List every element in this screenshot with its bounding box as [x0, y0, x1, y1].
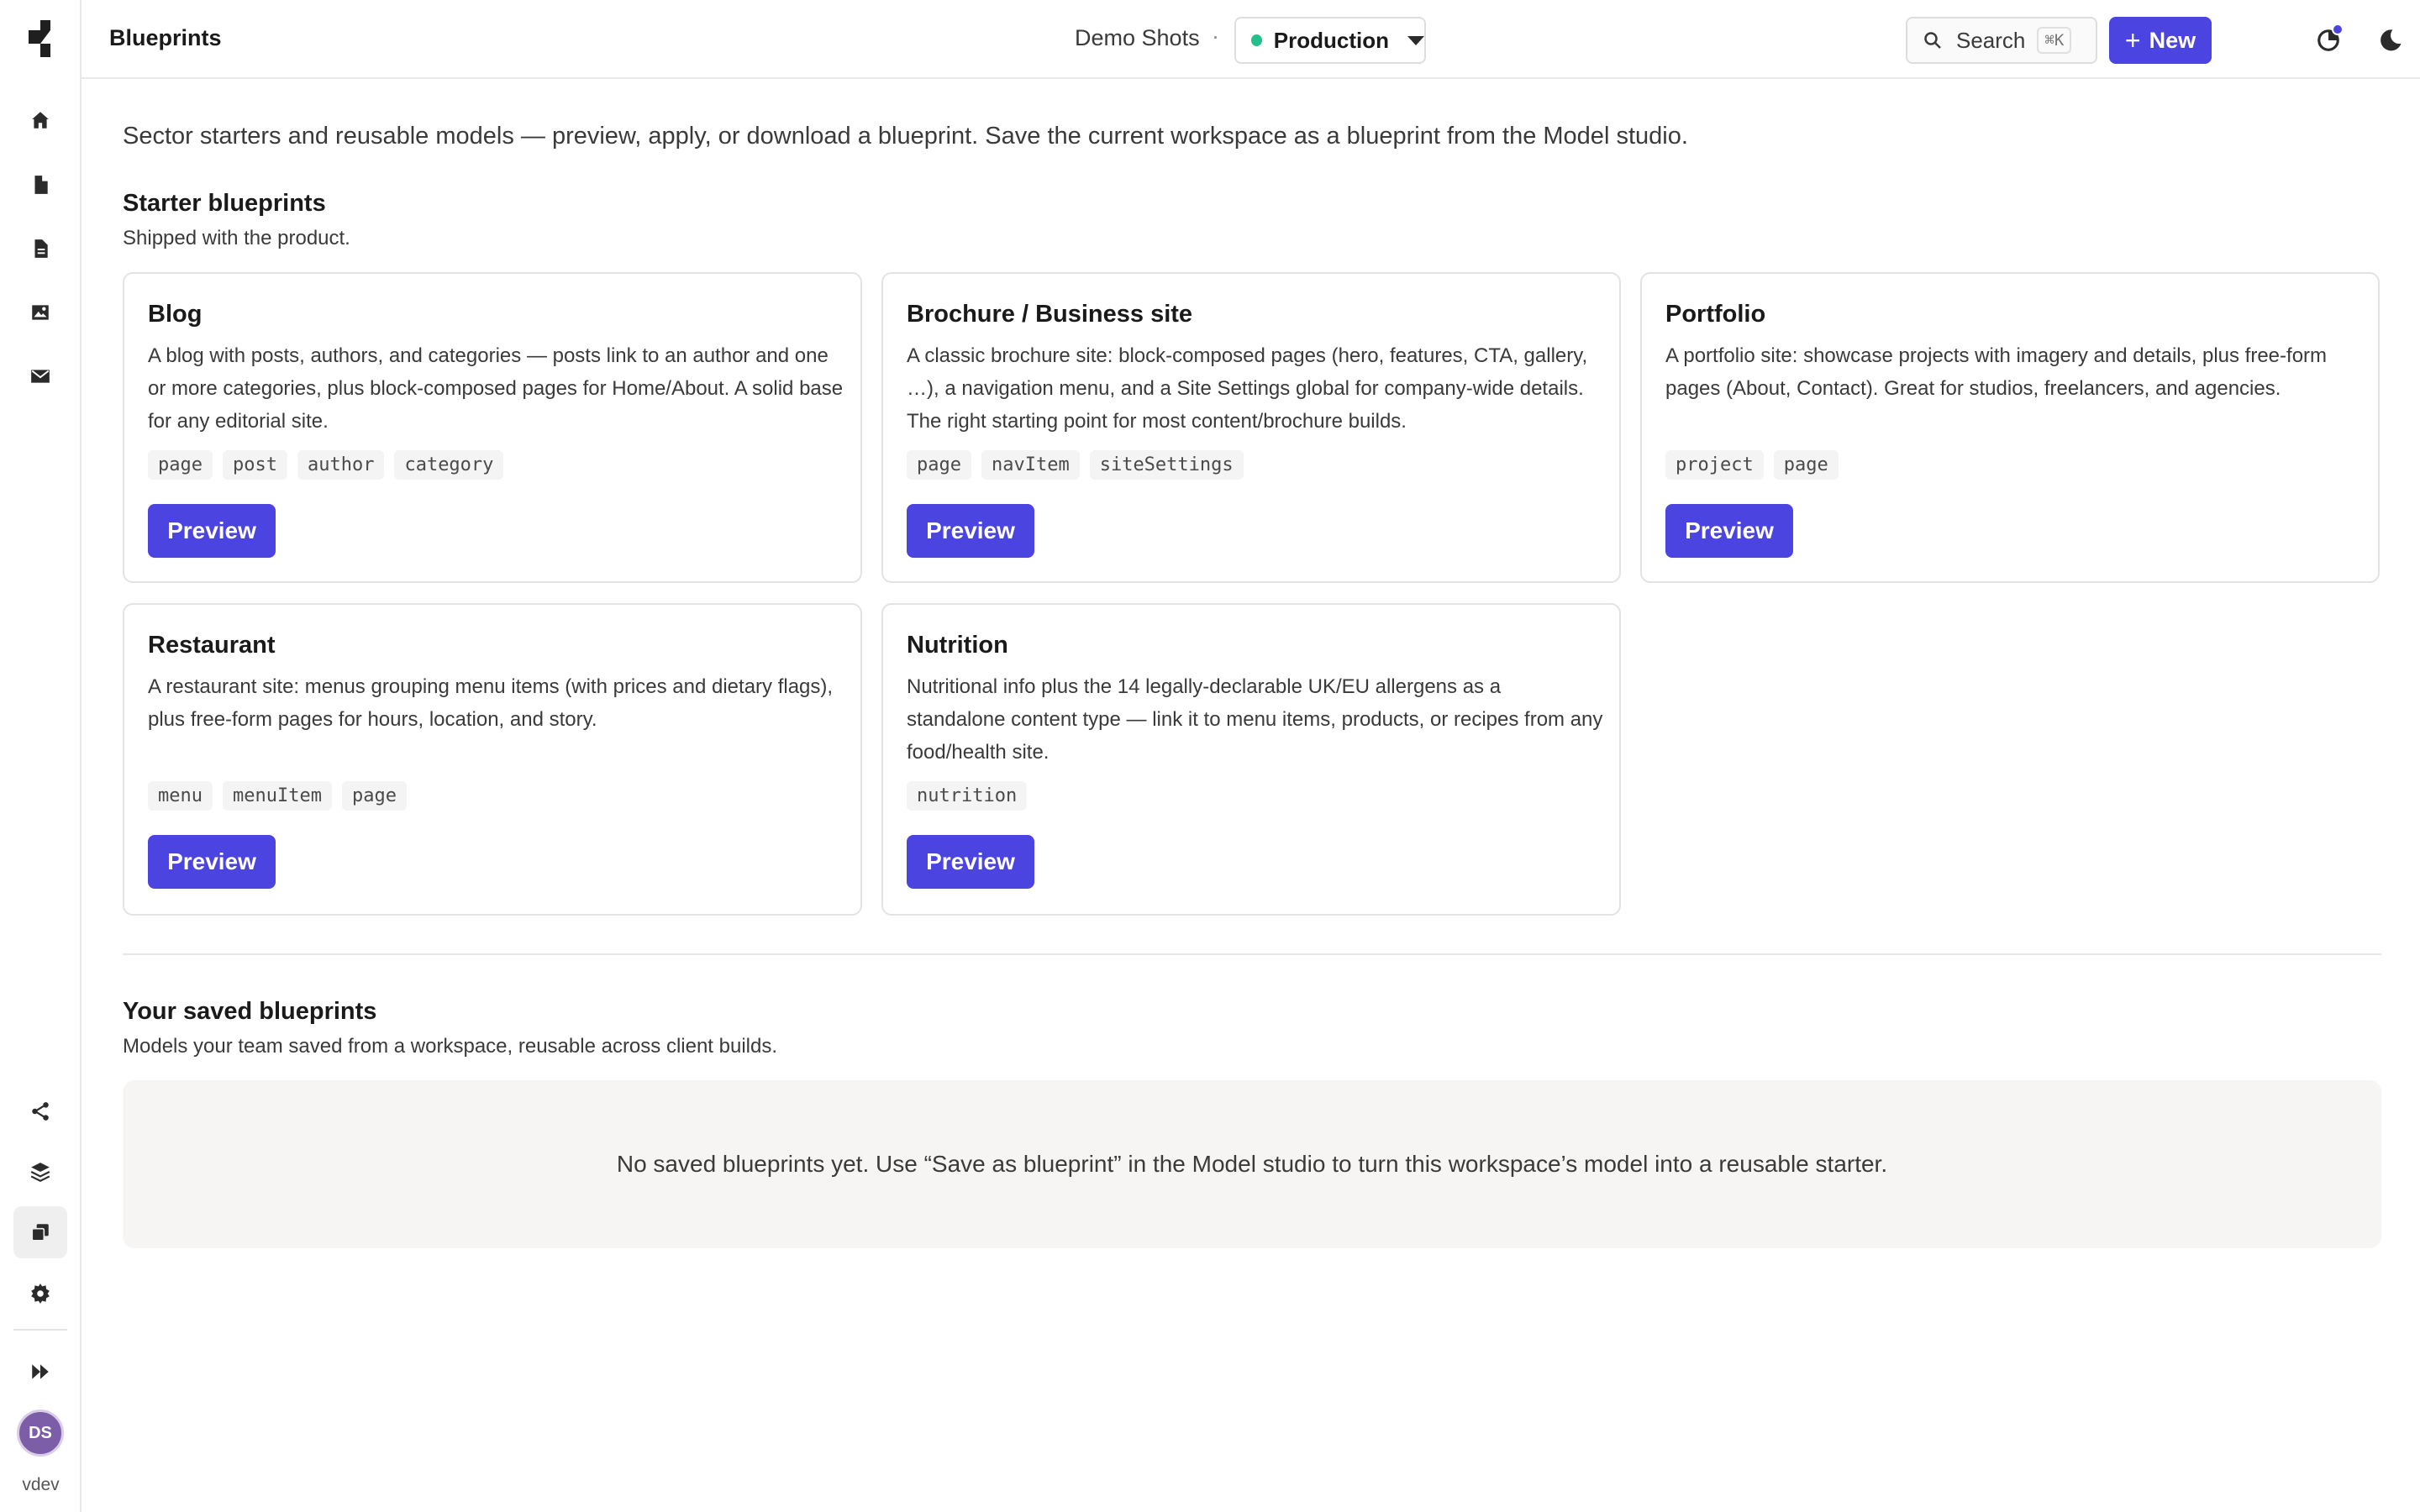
saved-section-subtitle: Models your team saved from a workspace,…: [123, 1035, 778, 1058]
tag: page: [148, 450, 213, 480]
sidebar-settings-icon[interactable]: [25, 1278, 55, 1309]
starter-section-title: Starter blueprints: [123, 190, 326, 217]
tag: author: [297, 450, 385, 480]
search-shortcut: ⌘K: [2037, 27, 2072, 54]
section-divider: [123, 953, 2381, 955]
tag: menu: [148, 781, 213, 811]
sidebar: DS vdev: [0, 0, 82, 1512]
tag: page: [341, 781, 407, 811]
search-button[interactable]: Search ⌘K: [1906, 17, 2097, 64]
page-intro: Sector starters and reusable models — pr…: [123, 123, 1688, 150]
sidebar-documents-icon[interactable]: [25, 234, 55, 264]
environment-select[interactable]: Production: [1234, 17, 1426, 64]
card-description: A portfolio site: showcase projects with…: [1665, 344, 2328, 400]
environment-label: vdev: [22, 1475, 60, 1494]
theme-toggle-button[interactable]: [2374, 24, 2407, 57]
page-title: Blueprints: [109, 25, 222, 50]
preview-button[interactable]: Preview: [148, 835, 276, 889]
chevron-down-icon: [1407, 35, 1424, 45]
plus-icon: +: [2124, 25, 2141, 55]
card-tags: nutrition: [907, 781, 1028, 811]
workspace-name[interactable]: Demo Shots: [1075, 25, 1200, 51]
blueprint-card-blog: Blog A blog with posts, authors, and cat…: [123, 272, 862, 583]
preview-button[interactable]: Preview: [148, 504, 276, 558]
card-title: Brochure / Business site: [907, 301, 1193, 328]
new-button[interactable]: + New: [2109, 17, 2212, 64]
sidebar-home-icon[interactable]: [25, 105, 55, 135]
sidebar-share-icon[interactable]: [25, 1096, 55, 1126]
tag: nutrition: [907, 781, 1028, 811]
card-tags: page navItem siteSettings: [907, 450, 1244, 480]
tag: siteSettings: [1089, 450, 1244, 480]
preview-button[interactable]: Preview: [907, 835, 1034, 889]
moon-icon: [2381, 29, 2402, 51]
card-title: Restaurant: [148, 632, 276, 659]
starter-section-subtitle: Shipped with the product.: [123, 227, 350, 249]
card-title: Portfolio: [1665, 301, 1766, 328]
sidebar-blueprints-icon[interactable]: [13, 1206, 67, 1258]
tag: page: [1773, 450, 1839, 480]
card-description: A restaurant site: menus grouping menu i…: [148, 675, 834, 731]
search-button-label: Search: [1956, 27, 2026, 53]
saved-blueprints-empty-state: No saved blueprints yet. Use “Save as bl…: [123, 1080, 2381, 1248]
blueprint-card-restaurant: Restaurant A restaurant site: menus grou…: [123, 603, 862, 916]
card-description: A blog with posts, authors, and categori…: [148, 344, 844, 433]
app-logo[interactable]: [25, 18, 55, 59]
card-tags: project page: [1665, 450, 1839, 480]
card-description: Nutritional info plus the 14 legally-dec…: [907, 675, 1603, 764]
environment-status-dot: [1251, 34, 1262, 46]
card-tags: menu menuItem page: [148, 781, 407, 811]
notifications-button[interactable]: [2312, 24, 2345, 57]
user-avatar[interactable]: DS: [17, 1410, 64, 1457]
saved-section-title: Your saved blueprints: [123, 998, 377, 1025]
card-tags: page post author category: [148, 450, 504, 480]
tag: project: [1665, 450, 1764, 480]
sidebar-divider: [13, 1329, 67, 1331]
blueprint-card-nutrition: Nutrition Nutritional info plus the 14 l…: [881, 603, 1621, 916]
blueprint-card-brochure: Brochure / Business site A classic broch…: [881, 272, 1621, 583]
tag: page: [907, 450, 971, 480]
new-button-label: New: [2149, 27, 2196, 53]
sidebar-expand-icon[interactable]: [25, 1357, 55, 1387]
card-description: A classic brochure site: block-composed …: [907, 344, 1588, 433]
card-title: Blog: [148, 301, 203, 328]
sidebar-layers-icon[interactable]: [25, 1157, 55, 1187]
environment-select-label: Production: [1273, 27, 1389, 53]
tag: navItem: [981, 450, 1080, 480]
blueprint-card-portfolio: Portfolio A portfolio site: showcase pro…: [1640, 272, 2380, 583]
preview-button[interactable]: Preview: [907, 504, 1034, 558]
tag: menuItem: [222, 781, 332, 811]
sidebar-pages-icon[interactable]: [25, 170, 55, 200]
sidebar-mail-icon[interactable]: [25, 361, 55, 391]
sidebar-media-icon[interactable]: [25, 297, 55, 328]
notification-dot: [2332, 24, 2344, 35]
tag: category: [394, 450, 504, 480]
tag: post: [222, 450, 287, 480]
search-icon: [1924, 32, 1941, 49]
preview-button[interactable]: Preview: [1665, 504, 1793, 558]
breadcrumb-separator: ·: [1212, 24, 1219, 49]
card-title: Nutrition: [907, 632, 1008, 659]
top-header: Blueprints Demo Shots · Production Searc…: [82, 0, 2420, 79]
